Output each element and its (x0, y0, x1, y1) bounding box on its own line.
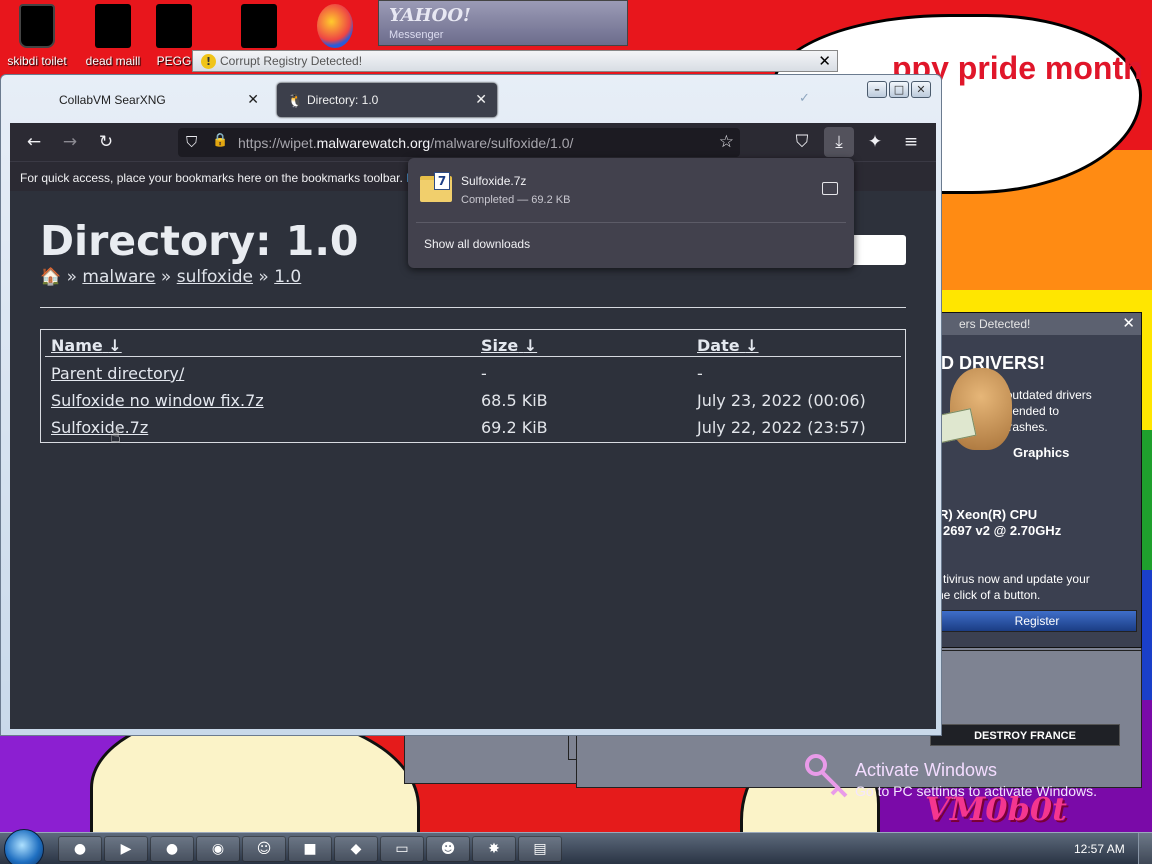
internet-explorer-icon (317, 4, 353, 48)
file-date: - (697, 364, 703, 383)
close-window-button[interactable]: ✕ (911, 81, 931, 98)
url-text[interactable]: https://wipet.malwarewatch.org/malware/s… (238, 135, 573, 151)
page-content: Directory: 1.0 🏠 » malware » sulfoxide »… (10, 191, 936, 729)
warning-icon: ! (201, 54, 216, 69)
taskbar-gem-icon[interactable]: ◆ (334, 836, 378, 862)
downloads-panel: 7 Sulfoxide.7z Completed — 69.2 KB Show … (408, 158, 854, 268)
download-filename[interactable]: Sulfoxide.7z (461, 174, 526, 188)
show-desktop-button[interactable] (1138, 833, 1152, 864)
pocket-icon[interactable]: ⛉ (790, 131, 814, 153)
tracking-shield-icon[interactable]: ⛉ (186, 133, 197, 151)
open-folder-icon[interactable] (822, 182, 838, 195)
taskbar-app-icon[interactable]: ● (150, 836, 194, 862)
clock[interactable]: 12:57 AM (1074, 842, 1125, 856)
file-size: 69.2 KiB (481, 418, 548, 437)
file-date: July 23, 2022 (00:06) (697, 391, 866, 410)
page-title: Directory: 1.0 (40, 217, 359, 265)
mail-icon (95, 4, 131, 48)
trash-bin-icon (19, 4, 55, 48)
background-window (404, 730, 580, 784)
directory-table: Name ↓ Size ↓ Date ↓ Parent directory/ -… (40, 329, 906, 443)
close-icon[interactable]: ✕ (1122, 314, 1135, 332)
sort-arrow-icon: ↓ (523, 336, 538, 355)
breadcrumb-malware[interactable]: malware (82, 267, 155, 287)
navigation-toolbar: ← → ↻ ⛉ 🔒 https://wipet.malwarewatch.org… (10, 123, 936, 161)
forward-arrow-icon[interactable]: → (58, 131, 82, 153)
close-icon[interactable]: ✕ (818, 52, 831, 70)
taskbar: ● ▶ ● ◉ ☺ ■ ◆ ▭ ☻ ✸ ▤ 12:57 AM (0, 829, 1152, 864)
hand-cursor-icon: ☝ (110, 426, 121, 447)
sort-arrow-icon: ↓ (745, 336, 759, 355)
maximize-button[interactable]: □ (889, 81, 909, 98)
desktop-icon-unnamed[interactable] (224, 4, 294, 48)
tab-collabvm-searxng[interactable]: CollabVM SearXNG ✕ (43, 83, 269, 117)
show-all-downloads-button[interactable]: Show all downloads (424, 237, 530, 251)
yahoo-messenger-window[interactable]: YAHOO! Messenger (378, 0, 628, 46)
extensions-icon[interactable]: ✦ (863, 131, 887, 153)
back-arrow-icon[interactable]: ← (22, 131, 46, 153)
taskbar-app-icon[interactable]: ✸ (472, 836, 516, 862)
column-header-size[interactable]: Size ↓ (481, 336, 537, 355)
starburst-icon (241, 4, 277, 48)
divider (416, 222, 846, 223)
file-link-sulfoxide[interactable]: Sulfoxide.7z (51, 418, 148, 437)
file-date: July 22, 2022 (23:57) (697, 418, 866, 437)
taskbar-terminal-icon[interactable]: ▭ (380, 836, 424, 862)
new-tab-button[interactable]: ✓ (799, 91, 810, 106)
taskbar-media-player-icon[interactable]: ▶ (104, 836, 148, 862)
file-link-parent-directory[interactable]: Parent directory/ (51, 364, 184, 383)
system-tray[interactable] (988, 836, 1068, 862)
desktop-icon-skibdi-toilet[interactable]: skibdi toilet (2, 4, 72, 68)
window-controls: – □ ✕ (867, 81, 931, 98)
destroy-france-button[interactable]: DESTROY FRANCE (930, 724, 1120, 746)
taskbar-app-icon[interactable]: ■ (288, 836, 332, 862)
taskbar-smiley-icon[interactable]: ☻ (426, 836, 470, 862)
start-orb-windows-icon[interactable] (4, 829, 44, 864)
hamster-mascot-image (931, 368, 1012, 450)
bookmark-star-icon[interactable]: ☆ (719, 132, 734, 152)
downloads-arrow-icon[interactable]: ⤓ (824, 127, 854, 157)
desktop-icon-dead-maill[interactable]: dead maill (78, 4, 148, 68)
menu-hamburger-icon[interactable]: ≡ (899, 131, 923, 153)
drivers-popup-titlebar: ers Detected! ✕ (919, 313, 1141, 335)
minimize-button[interactable]: – (867, 81, 887, 98)
taskbar-app-icon[interactable]: ● (58, 836, 102, 862)
tux-favicon-icon: 🐧 (287, 93, 304, 108)
desktop-icon-browser[interactable] (300, 4, 370, 48)
tab-close-icon[interactable]: ✕ (475, 91, 487, 108)
sort-arrow-icon: ↓ (108, 336, 122, 355)
download-status: Completed — 69.2 KB (461, 194, 571, 206)
file-size: - (481, 364, 487, 383)
taskbar-folder-icon[interactable]: ▤ (518, 836, 562, 862)
lock-icon[interactable]: 🔒 (212, 133, 228, 148)
home-icon[interactable]: 🏠 (40, 267, 61, 287)
breadcrumb: 🏠 » malware » sulfoxide » 1.0 (40, 267, 302, 287)
drivers-detected-popup: ers Detected! ✕ D DRIVERS! na d outdated… (918, 312, 1142, 648)
file-link-sulfoxide-no-window-fix[interactable]: Sulfoxide no window fix.7z (51, 391, 264, 410)
divider (40, 307, 906, 308)
taskbar-firefox-icon[interactable]: ◉ (196, 836, 240, 862)
tab-close-icon[interactable]: ✕ (247, 91, 259, 108)
tab-directory-1-0[interactable]: 🐧 Directory: 1.0 ✕ (277, 83, 497, 117)
breadcrumb-1-0[interactable]: 1.0 (274, 267, 301, 287)
search-input[interactable] (850, 235, 906, 265)
register-button[interactable]: Register (937, 610, 1137, 632)
keys-icon (805, 754, 848, 798)
reload-icon[interactable]: ↻ (94, 131, 118, 153)
breadcrumb-sulfoxide[interactable]: sulfoxide (177, 267, 253, 287)
column-header-name[interactable]: Name ↓ (51, 336, 122, 355)
column-header-date[interactable]: Date ↓ (697, 336, 759, 355)
7zip-archive-icon: 7 (420, 172, 452, 202)
firefox-icon (156, 4, 192, 48)
file-size: 68.5 KiB (481, 391, 548, 410)
corrupt-registry-window-titlebar[interactable]: ! Corrupt Registry Detected! ✕ (192, 50, 838, 72)
taskbar-users-icon[interactable]: ☺ (242, 836, 286, 862)
vm-watermark: VM0b0t (925, 790, 1067, 828)
header-divider (45, 356, 901, 357)
url-bar[interactable]: ⛉ 🔒 https://wipet.malwarewatch.org/malwa… (178, 128, 740, 157)
